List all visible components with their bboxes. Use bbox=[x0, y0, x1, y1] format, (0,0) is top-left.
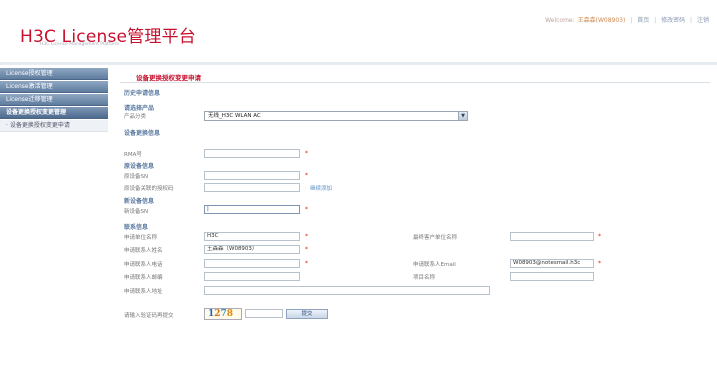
new-sn-label: 新设备SN bbox=[124, 209, 149, 215]
captcha-label: 请输入验证码再提交 bbox=[124, 313, 174, 319]
required-mark: * bbox=[305, 172, 308, 179]
phone-input[interactable] bbox=[204, 259, 300, 268]
main-form: 设备更换授权变更申请 历史申请信息 请选择产品 产品分类 无线_H3C WLAN… bbox=[118, 70, 713, 369]
top-nav: Welcome: 王森森(W08903) | 首页 | 修改密码 | 注销 bbox=[545, 17, 709, 24]
header: H3C License管理平台 H3C License Management P… bbox=[0, 0, 717, 58]
old-sn-label: 原设备SN bbox=[124, 174, 149, 180]
new-sn-input[interactable]: | bbox=[204, 205, 300, 214]
app-subtitle: H3C License Management Platform bbox=[40, 42, 120, 47]
new-device-section-title: 新设备信息 bbox=[124, 198, 155, 205]
project-label: 项目名称 bbox=[413, 275, 436, 281]
history-section-link[interactable]: 历史申请信息 bbox=[124, 88, 160, 97]
logout-link[interactable]: 注销 bbox=[697, 17, 709, 24]
old-device-section-title: 原设备信息 bbox=[124, 163, 155, 170]
company-input[interactable]: H3C bbox=[204, 232, 300, 241]
home-link[interactable]: 首页 bbox=[637, 17, 649, 24]
sidebar-item-license-migrate[interactable]: License迁移管理 bbox=[0, 94, 108, 106]
product-section-title: 请选择产品 bbox=[124, 105, 155, 112]
old-license-input[interactable] bbox=[204, 183, 300, 192]
address-input[interactable] bbox=[204, 286, 490, 295]
contact-name-label: 申请联系人姓名 bbox=[124, 248, 163, 254]
old-license-label: 原设备关联的授权码 bbox=[124, 186, 174, 192]
submit-button[interactable]: 提交 bbox=[286, 309, 328, 319]
device-section-title: 设备更换信息 bbox=[124, 130, 161, 137]
required-mark: * bbox=[305, 206, 308, 213]
page-title: 设备更换授权变更申请 bbox=[136, 74, 201, 82]
title-divider bbox=[120, 82, 710, 83]
sidebar-item-license-activate[interactable]: License激活管理 bbox=[0, 81, 108, 93]
required-mark: * bbox=[305, 233, 308, 240]
header-divider bbox=[0, 62, 717, 65]
change-password-link[interactable]: 修改密码 bbox=[661, 17, 685, 24]
project-input[interactable] bbox=[510, 272, 594, 281]
rma-label: RMA号 bbox=[124, 152, 142, 158]
product-label: 产品分类 bbox=[124, 114, 147, 120]
address-label: 申请联系人地址 bbox=[124, 289, 163, 295]
email-label: 申请联系人Email bbox=[413, 262, 456, 268]
captcha-image[interactable]: 1278 bbox=[204, 308, 242, 320]
continue-add-link[interactable]: 继续添加 bbox=[310, 184, 332, 192]
chevron-down-icon: ▼ bbox=[458, 112, 467, 120]
required-mark: * bbox=[305, 246, 308, 253]
company-label: 申请单位名称 bbox=[124, 235, 158, 241]
welcome-label: Welcome: bbox=[545, 17, 575, 24]
contact-section-title: 联系信息 bbox=[124, 224, 149, 231]
product-select-value: 无线_H3C WLAN AC bbox=[208, 113, 261, 119]
postcode-label: 申请联系人邮编 bbox=[124, 275, 163, 281]
contact-name-input[interactable]: 王森森（W08903） bbox=[204, 245, 300, 254]
final-customer-label: 最终客户单位名称 bbox=[413, 235, 458, 241]
sidebar-item-license-auth[interactable]: License授权管理 bbox=[0, 68, 108, 80]
required-mark: * bbox=[305, 150, 308, 157]
phone-label: 申请联系人电话 bbox=[124, 262, 163, 268]
sidebar-item-device-replace[interactable]: 设备更换授权变更管理 bbox=[0, 107, 108, 119]
postcode-input[interactable] bbox=[204, 272, 300, 281]
sidebar: License授权管理 License激活管理 License迁移管理 设备更换… bbox=[0, 68, 108, 369]
email-input[interactable]: W08903@notesmail.h3c bbox=[510, 259, 594, 268]
rma-input[interactable] bbox=[204, 149, 300, 158]
required-mark: * bbox=[598, 260, 601, 267]
product-select[interactable]: 无线_H3C WLAN AC ▼ bbox=[204, 111, 468, 121]
old-sn-input[interactable] bbox=[204, 171, 300, 180]
captcha-input[interactable] bbox=[245, 309, 283, 318]
final-customer-input[interactable] bbox=[510, 232, 594, 241]
required-mark: * bbox=[305, 260, 308, 267]
sidebar-subitem-replace-apply[interactable]: · 设备更换授权变更申请 bbox=[0, 120, 108, 132]
user-name: 王森森(W08903) bbox=[577, 17, 626, 24]
required-mark: * bbox=[598, 233, 601, 240]
